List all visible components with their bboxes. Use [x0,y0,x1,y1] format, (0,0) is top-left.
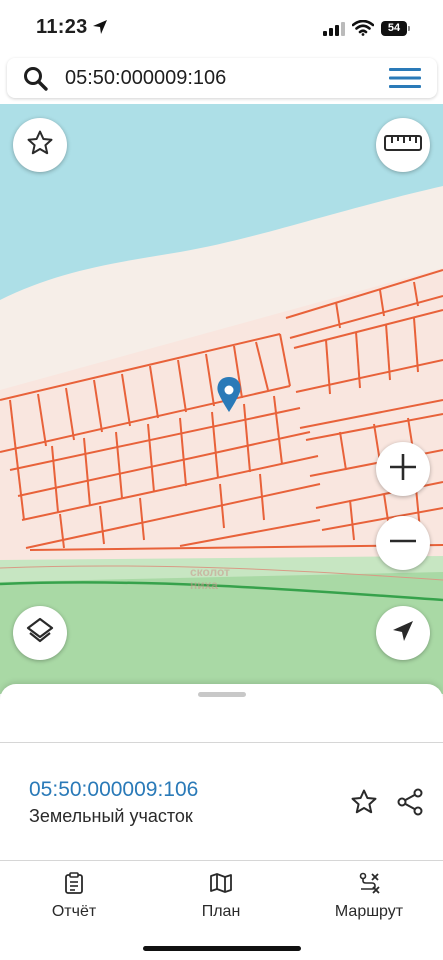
layers-icon [25,616,55,651]
report-clipboard-icon [14,872,134,899]
tab-plan-label: План [201,903,241,920]
sheet-drag-handle[interactable] [198,692,246,697]
parcel-type-label: Земельный участок [29,806,193,826]
divider [0,860,443,861]
status-time: 11:23 [36,16,88,38]
battery-icon: 54 [381,21,410,36]
hamburger-menu-icon[interactable] [389,67,421,94]
zoom-in-button[interactable] [376,442,430,496]
tab-route-label: Маршрут [334,903,404,920]
map-watermark: сколот ниха [190,565,230,592]
parcel-bottom-sheet[interactable]: 05:50:000009:106 Земельный участок [0,684,443,864]
parcel-cadastral-number[interactable]: 05:50:000009:106 [29,778,198,802]
my-location-button[interactable] [376,606,430,660]
map-plan-icon [161,872,281,899]
navigation-arrow-icon [391,619,415,648]
map-canvas[interactable] [0,104,443,694]
ruler-icon [384,134,422,157]
ruler-button[interactable] [376,118,430,172]
favorite-star-icon[interactable] [350,788,378,821]
tab-route[interactable]: Маршрут [309,872,429,921]
wifi-icon [351,19,375,41]
zoom-in-icon [388,452,418,487]
home-indicator[interactable] [143,946,301,951]
signal-icon [323,22,345,41]
zoom-out-button[interactable] [376,516,430,570]
map-view[interactable]: сколот ниха [0,104,443,694]
divider [0,742,443,743]
tab-report[interactable]: Отчёт [14,872,134,921]
share-icon[interactable] [396,788,424,821]
status-bar: 11:23 54 [0,0,443,56]
route-icon [309,872,429,899]
star-icon [26,129,54,162]
search-icon[interactable] [23,66,49,97]
location-arrow-icon [92,19,108,40]
zoom-out-icon [388,526,418,561]
layers-button[interactable] [13,606,67,660]
tab-report-label: Отчёт [51,903,97,920]
search-bar[interactable] [7,58,437,98]
search-input[interactable] [65,58,365,98]
favorite-map-button[interactable] [13,118,67,172]
tab-plan[interactable]: План [161,872,281,921]
